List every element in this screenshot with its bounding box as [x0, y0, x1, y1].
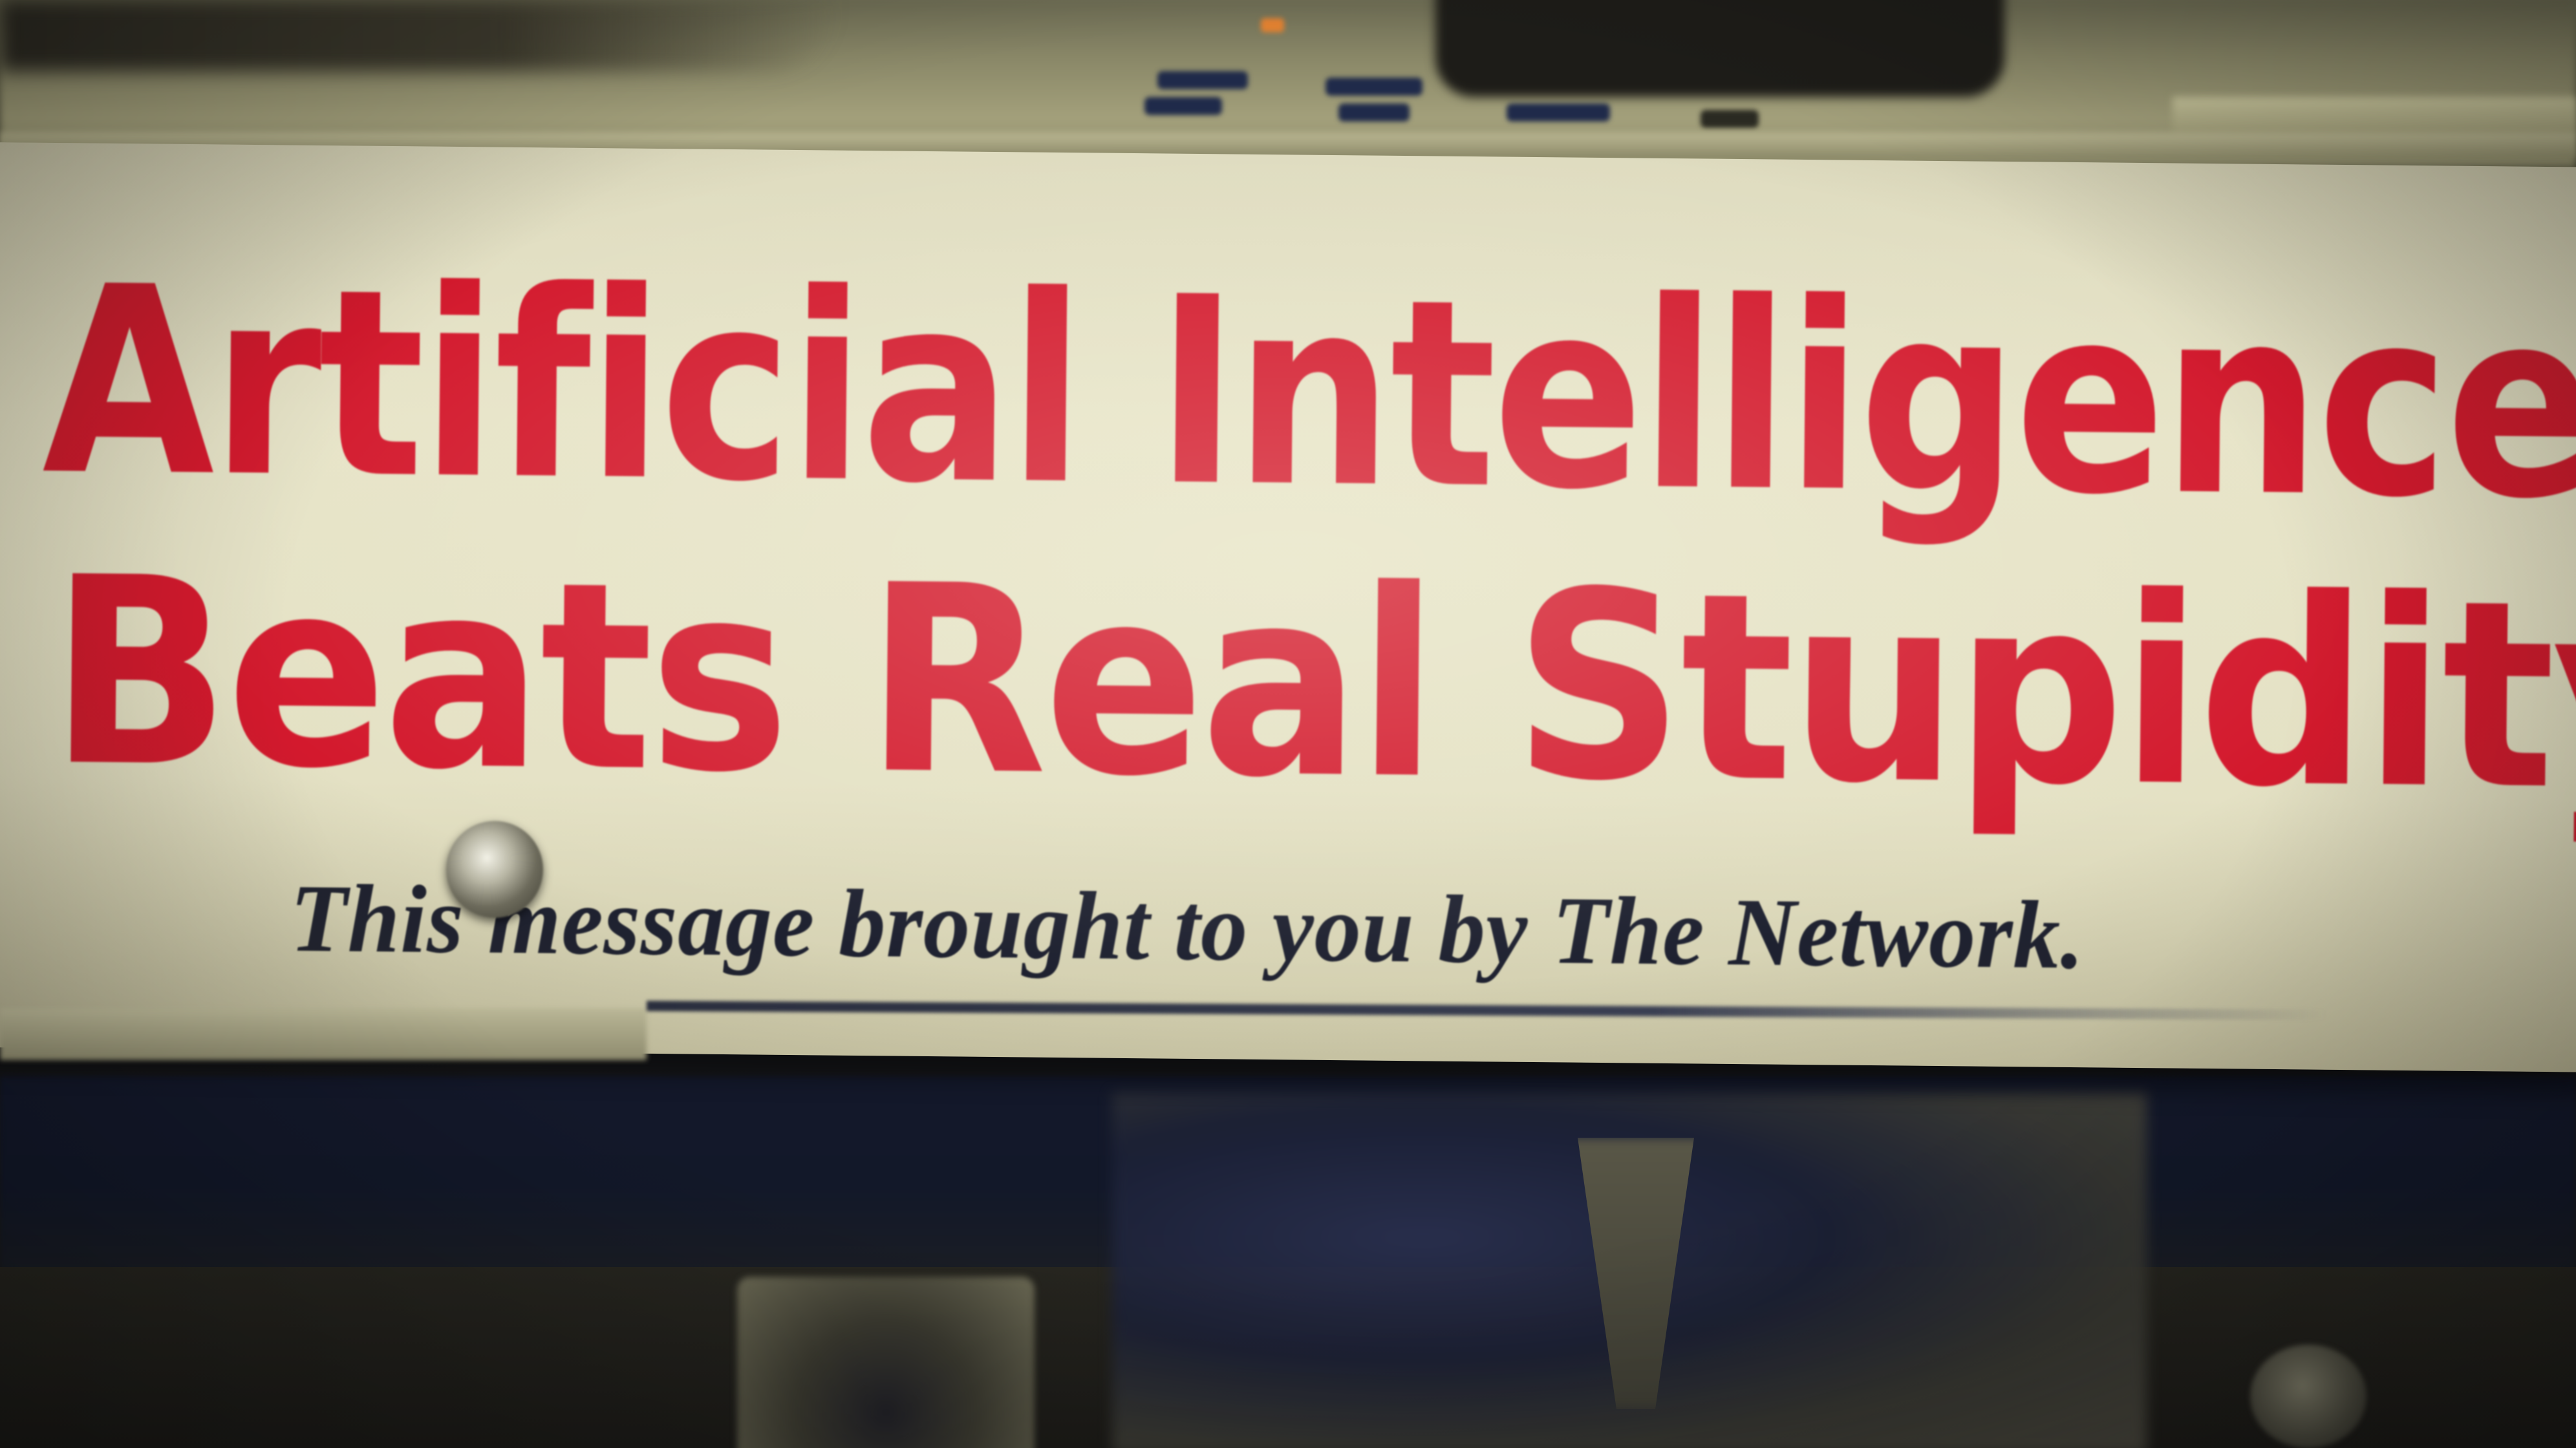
round-badge-sticker [737, 1277, 1035, 1448]
equipment-key [1144, 97, 1222, 115]
equipment-shadow [0, 0, 841, 71]
bumper-sticker: Artificial Intelligence Beats Real Stupi… [0, 142, 2576, 1072]
tagline: This message brought to you by The Netwo… [289, 864, 2085, 990]
equipment-key [1157, 71, 1248, 89]
headline-line-2: Beats Real Stupidity [48, 522, 2576, 849]
rivet-screw-icon [446, 821, 543, 918]
mount-edge [0, 1008, 647, 1060]
equipment-key [1326, 78, 1422, 96]
equipment-slot [2173, 97, 2576, 136]
equipment-key [1338, 103, 1410, 122]
photo-scene: Artificial Intelligence Beats Real Stupi… [0, 0, 2576, 1448]
equipment-knob [1435, 0, 2004, 97]
equipment-key [1701, 110, 1759, 128]
equipment-key [1507, 103, 1610, 122]
orange-indicator-light [1261, 18, 1284, 32]
headline-line-1: Artificial Intelligence [41, 231, 2576, 557]
bottom-knob [2250, 1345, 2367, 1448]
